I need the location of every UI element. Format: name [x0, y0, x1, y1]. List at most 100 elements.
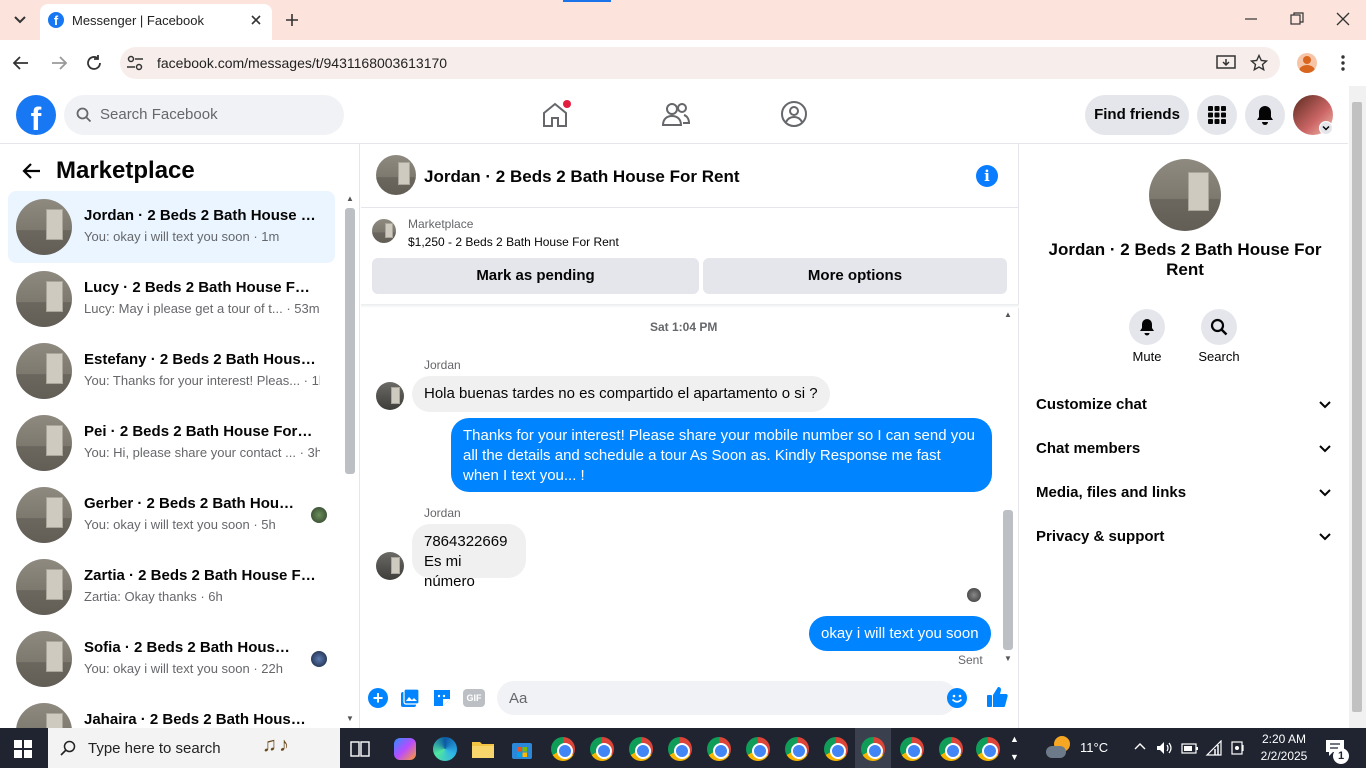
- outgoing-message[interactable]: Thanks for your interest! Please share y…: [451, 418, 992, 492]
- scroll-up-icon[interactable]: ▲: [346, 194, 354, 203]
- more-actions-plus-icon[interactable]: +: [368, 688, 388, 708]
- edge-icon[interactable]: [430, 734, 460, 764]
- taskbar-overflow-icon[interactable]: ▲ ▼: [1010, 730, 1019, 766]
- chrome-icon-active[interactable]: [858, 734, 888, 764]
- close-window-icon[interactable]: [1336, 12, 1350, 26]
- list-scrollbar-thumb[interactable]: [345, 208, 355, 474]
- restore-icon[interactable]: [1290, 12, 1304, 26]
- customize-chat-section[interactable]: Customize chat: [1036, 384, 1336, 424]
- battery-icon[interactable]: [1181, 741, 1199, 755]
- friends-icon[interactable]: [661, 101, 691, 129]
- page-scrollbar[interactable]: [1349, 86, 1366, 728]
- minimize-icon[interactable]: [1244, 12, 1258, 26]
- chat-avatar[interactable]: [376, 155, 416, 195]
- clock[interactable]: 2:20 AM 2/2/2025: [1252, 731, 1316, 765]
- profile-icon[interactable]: [1297, 53, 1317, 73]
- message-input[interactable]: Aa: [497, 681, 967, 715]
- reload-icon[interactable]: [85, 54, 103, 72]
- chat-members-section[interactable]: Chat members: [1036, 428, 1336, 468]
- scroll-up-icon[interactable]: ▲: [1004, 310, 1012, 319]
- volume-icon[interactable]: [1156, 740, 1172, 756]
- copilot-icon[interactable]: [390, 734, 420, 764]
- incoming-message[interactable]: Hola buenas tardes no es compartido el a…: [412, 376, 830, 412]
- tab-close-icon[interactable]: [248, 12, 264, 28]
- scroll-down-icon[interactable]: ▼: [1004, 654, 1012, 663]
- chrome-icon[interactable]: [665, 734, 695, 764]
- chrome-icon[interactable]: [821, 734, 851, 764]
- list-scrollbar[interactable]: ▲ ▼: [343, 192, 357, 728]
- address-bar[interactable]: facebook.com/messages/t/9431168003613170: [120, 47, 1280, 79]
- facebook-logo-icon[interactable]: f: [16, 95, 56, 135]
- forward-icon[interactable]: [50, 54, 68, 72]
- windows-start-icon[interactable]: [14, 740, 32, 758]
- conversation-item[interactable]: Estefany · 2 Beds 2 Bath House For Rent …: [8, 335, 335, 407]
- back-icon[interactable]: [12, 54, 30, 72]
- file-explorer-icon[interactable]: [468, 734, 498, 764]
- chat-scrollbar[interactable]: ▲ ▼: [1001, 308, 1015, 666]
- chrome-icon[interactable]: [704, 734, 734, 764]
- chrome-icon[interactable]: [548, 734, 578, 764]
- privacy-support-section[interactable]: Privacy & support: [1036, 516, 1336, 556]
- seen-avatar: [311, 651, 327, 667]
- browser-menu-icon[interactable]: [1338, 54, 1348, 72]
- taskbar-search-box[interactable]: Type here to search ♫♪: [48, 728, 340, 768]
- conversation-item[interactable]: Pei · 2 Beds 2 Bath House For Rent You: …: [8, 407, 335, 479]
- emoji-icon[interactable]: [947, 688, 967, 708]
- sender-avatar[interactable]: [376, 382, 404, 410]
- details-avatar[interactable]: [1149, 159, 1221, 231]
- browser-tab[interactable]: f Messenger | Facebook: [40, 4, 272, 40]
- conversation-item[interactable]: Zartia · 2 Beds 2 Bath House For Rent Za…: [8, 551, 335, 623]
- chrome-icon[interactable]: [743, 734, 773, 764]
- chrome-icon[interactable]: [973, 734, 1003, 764]
- outgoing-message[interactable]: okay i will text you soon: [809, 616, 991, 651]
- tab-search-icon[interactable]: [10, 12, 30, 28]
- install-app-icon[interactable]: [1216, 54, 1236, 72]
- task-view-icon[interactable]: [350, 740, 370, 758]
- like-thumbs-up-icon[interactable]: [986, 686, 1008, 708]
- info-icon[interactable]: i: [976, 165, 998, 187]
- search-facebook-input[interactable]: Search Facebook: [64, 95, 344, 135]
- new-tab-icon[interactable]: [284, 12, 300, 28]
- listing-text[interactable]: $1,250 - 2 Beds 2 Bath House For Rent: [408, 235, 619, 249]
- weather-icon[interactable]: [1046, 736, 1072, 760]
- chat-scrollbar-thumb[interactable]: [1003, 510, 1013, 650]
- notifications-bell-icon[interactable]: [1245, 95, 1285, 135]
- home-icon[interactable]: [540, 100, 571, 130]
- chrome-icon[interactable]: [782, 734, 812, 764]
- mark-as-pending-button[interactable]: Mark as pending: [372, 258, 699, 294]
- mute-bell-icon[interactable]: [1129, 309, 1165, 345]
- media-files-links-section[interactable]: Media, files and links: [1036, 472, 1336, 512]
- groups-icon[interactable]: [780, 100, 808, 128]
- conversation-item[interactable]: Sofia · 2 Beds 2 Bath House For Rent You…: [8, 623, 335, 695]
- photo-icon[interactable]: [400, 688, 420, 708]
- chrome-icon[interactable]: [897, 734, 927, 764]
- back-arrow-icon[interactable]: [22, 162, 42, 180]
- chrome-icon[interactable]: [936, 734, 966, 764]
- temperature[interactable]: 11°C: [1080, 740, 1108, 755]
- gif-button[interactable]: GIF: [463, 689, 485, 707]
- wifi-icon[interactable]: [1205, 740, 1223, 756]
- search-conversation-icon[interactable]: [1201, 309, 1237, 345]
- incoming-message[interactable]: 7864322669 Es mi número: [412, 524, 526, 590]
- chrome-icon[interactable]: [587, 734, 617, 764]
- sticker-icon[interactable]: [432, 688, 452, 708]
- scroll-down-icon[interactable]: ▼: [346, 714, 354, 723]
- show-hidden-icons-chevron-icon[interactable]: [1133, 740, 1147, 754]
- more-options-button[interactable]: More options: [703, 258, 1007, 294]
- bookmark-star-icon[interactable]: [1250, 54, 1268, 72]
- conversation-item[interactable]: Jordan · 2 Beds 2 Bath House For Rent Yo…: [8, 191, 335, 263]
- conversation-item[interactable]: Jahaira · 2 Beds 2 Bath House For Rent: [8, 695, 335, 728]
- menu-grid-icon[interactable]: [1197, 95, 1237, 135]
- device-icon[interactable]: [1230, 740, 1246, 756]
- chrome-icon[interactable]: [626, 734, 656, 764]
- sender-avatar[interactable]: [376, 552, 404, 580]
- account-chevron-icon[interactable]: [1319, 121, 1333, 135]
- conversation-item[interactable]: Gerber · 2 Beds 2 Bath House For Rent Yo…: [8, 479, 335, 551]
- conversation-item[interactable]: Lucy · 2 Beds 2 Bath House For Rent Lucy…: [8, 263, 335, 335]
- microsoft-store-icon[interactable]: [507, 734, 537, 764]
- site-info-icon[interactable]: [126, 55, 144, 71]
- listing-thumbnail[interactable]: [372, 219, 396, 243]
- page-scrollbar-thumb[interactable]: [1352, 102, 1362, 712]
- chat-title[interactable]: Jordan · 2 Beds 2 Bath House For Rent: [424, 167, 740, 187]
- find-friends-button[interactable]: Find friends: [1085, 95, 1189, 135]
